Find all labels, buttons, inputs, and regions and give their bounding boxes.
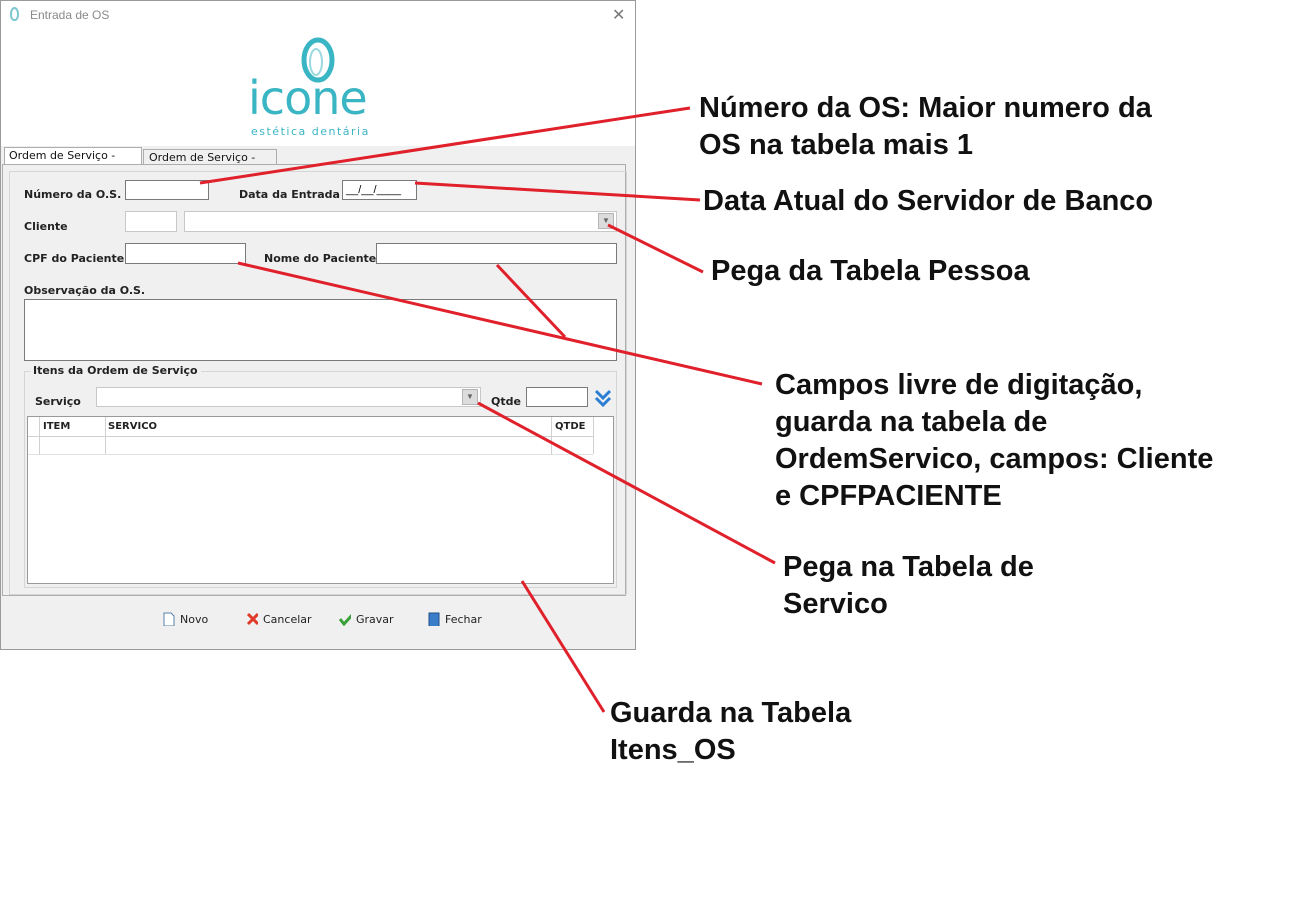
annotation-numero-os: Número da OS: Maior numero da OS na tabe… [699, 90, 1152, 164]
annotation-line: Pega na Tabela de [783, 551, 1034, 583]
annotation-line: guarda na tabela de [775, 406, 1048, 438]
qtde-input[interactable] [526, 387, 588, 407]
cancel-icon [246, 612, 258, 626]
icone-logo: icone estética dentária [248, 37, 370, 138]
annotation-itens-os: Guarda na Tabela Itens_OS [610, 695, 851, 769]
chevron-down-icon[interactable]: ▼ [598, 213, 614, 229]
annotation-line: OrdemServico, campos: Cliente [775, 443, 1214, 475]
annotation-data: Data Atual do Servidor de Banco [703, 183, 1153, 220]
close-door-icon [428, 612, 440, 626]
gravar-label: Gravar [356, 612, 394, 626]
observacao-label: Observação da O.S. [24, 284, 146, 297]
numero-os-input[interactable] [125, 180, 209, 200]
new-document-icon [163, 612, 175, 626]
observacao-textarea[interactable] [24, 299, 617, 361]
close-icon[interactable]: ✕ [612, 5, 625, 25]
grid-row-line [28, 454, 593, 455]
cliente-label: Cliente [24, 220, 68, 233]
grid-divider [551, 417, 552, 454]
grid-divider [105, 417, 106, 454]
cliente-code-input[interactable] [125, 211, 177, 232]
cpf-paciente-input[interactable] [125, 243, 246, 264]
data-entrada-input[interactable]: __/__/____ [342, 180, 417, 200]
itens-group-title: Itens da Ordem de Serviço [30, 364, 201, 377]
cancelar-label: Cancelar [263, 612, 312, 626]
tab-ajuste[interactable]: Ordem de Serviço - Ajuste [143, 149, 277, 177]
data-entrada-label: Data da Entrada [239, 188, 340, 201]
annotation-line: Data Atual do Servidor de Banco [703, 185, 1154, 217]
annotation-pessoa: Pega da Tabela Pessoa [711, 253, 1030, 290]
grid-col-servico[interactable]: SERVICO [108, 421, 157, 432]
cpf-paciente-label: CPF do Paciente [24, 252, 125, 265]
app-icon [10, 7, 19, 21]
annotation-line: Servico [783, 588, 888, 620]
annotation-line: e CPFPACIENTE [775, 480, 1002, 512]
servico-combo[interactable] [96, 387, 481, 407]
logo-tagline: estética dentária [251, 125, 370, 138]
logo-wordmark: icone [248, 71, 367, 125]
fechar-label: Fechar [445, 612, 482, 626]
cliente-combo[interactable] [184, 211, 617, 232]
annotation-line: OS na tabela mais 1 [699, 129, 974, 161]
gravar-button[interactable]: Gravar [339, 612, 394, 626]
servico-label: Serviço [35, 395, 81, 408]
check-icon [339, 613, 351, 626]
grid-divider [39, 417, 40, 454]
chevron-down-icon[interactable]: ▼ [462, 389, 478, 405]
window-title: Entrada de OS [30, 8, 110, 22]
numero-os-label: Número da O.S. [24, 188, 122, 201]
annotation-line: Número da OS: Maior numero da [699, 92, 1152, 124]
annotation-line: Itens_OS [610, 734, 736, 766]
qtde-label: Qtde [491, 395, 521, 408]
annotation-line: Campos livre de digitação, [775, 369, 1143, 401]
novo-button[interactable]: Novo [163, 612, 208, 626]
annotation-campos-livres: Campos livre de digitação, guarda na tab… [775, 367, 1213, 515]
grid-col-item[interactable]: ITEM [43, 421, 70, 432]
grid-col-qtde[interactable]: QTDE [555, 421, 585, 432]
itens-grid[interactable] [27, 416, 614, 584]
novo-label: Novo [180, 612, 209, 626]
annotation-servico: Pega na Tabela de Servico [783, 549, 1034, 623]
annotation-line: Pega da Tabela Pessoa [711, 255, 1030, 287]
fechar-button[interactable]: Fechar [428, 612, 482, 626]
add-item-icon[interactable] [592, 387, 614, 409]
annotation-line: Guarda na Tabela [610, 697, 852, 729]
nome-paciente-label: Nome do Paciente [264, 252, 377, 265]
nome-paciente-input[interactable] [376, 243, 617, 264]
tab-normal[interactable]: Ordem de Serviço - Normal [4, 147, 142, 175]
cancelar-button[interactable]: Cancelar [246, 612, 312, 626]
grid-divider [593, 417, 594, 454]
